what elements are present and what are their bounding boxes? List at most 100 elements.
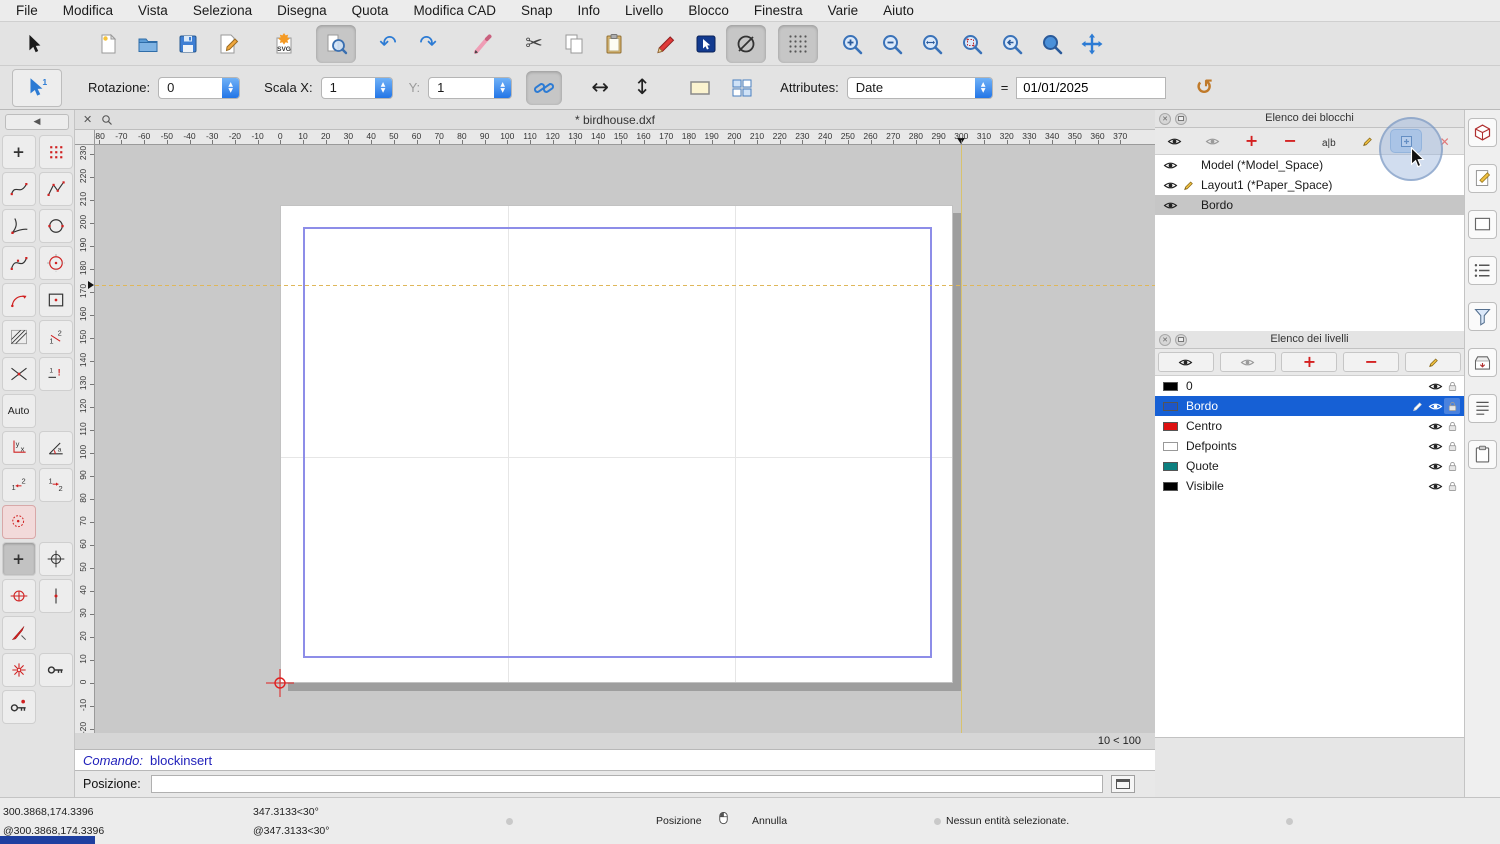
add-block-button[interactable]: + (1237, 130, 1267, 152)
menu-item-varie[interactable]: Varie (828, 3, 859, 18)
restrict-nothing-button[interactable] (726, 24, 766, 63)
leader-tool[interactable]: ! 1 (38, 357, 73, 391)
selection-pointer-button[interactable] (14, 25, 54, 63)
block-visible-icon[interactable] (1161, 158, 1179, 173)
rename-block-button[interactable]: a|b (1314, 130, 1344, 152)
layer-lock-icon[interactable] (1444, 458, 1460, 474)
edit-layer-button[interactable] (1405, 352, 1462, 372)
layer-row-centro[interactable]: Centro (1155, 416, 1464, 436)
remove-layer-button[interactable]: − (1343, 352, 1400, 372)
attribute-value-input[interactable] (1016, 76, 1167, 99)
snap-reference-tool[interactable] (1, 653, 36, 687)
block-visible-icon[interactable] (1161, 178, 1179, 193)
block-row-model-model-space[interactable]: Model (*Model_Space) (1155, 155, 1464, 175)
block-row-layout1-paper-space[interactable]: Layout1 (*Paper_Space) (1155, 175, 1464, 195)
relative-zero-tool[interactable] (1, 690, 36, 724)
snap-needle-tool[interactable] (1, 616, 36, 650)
zoom-selection-button[interactable] (952, 25, 992, 63)
print-preview-button[interactable] (316, 24, 356, 63)
reset-rotation-button[interactable]: ↺ (1186, 71, 1222, 105)
layer-row-bordo[interactable]: Bordo (1155, 396, 1464, 416)
circle-center-tool[interactable] (38, 246, 73, 280)
drawing-canvas[interactable] (95, 145, 1155, 733)
flip-vertical-button[interactable]: ↕ (624, 71, 660, 105)
block-row-bordo[interactable]: Bordo (1155, 195, 1464, 215)
arc-tool[interactable] (1, 283, 36, 317)
polar-coordinate-tool[interactable]: a (38, 431, 73, 465)
arc-tangent-tool[interactable] (1, 209, 36, 243)
close-block-edit-button[interactable]: ✕ (1430, 130, 1460, 152)
new-file-button[interactable] (88, 25, 128, 63)
paste-button[interactable] (594, 25, 634, 63)
spline-tool[interactable] (1, 246, 36, 280)
layer-lock-icon[interactable] (1444, 378, 1460, 394)
layer-visible-icon[interactable] (1426, 419, 1444, 434)
ordinate-dimension-tool-1[interactable]: 12 (1, 468, 36, 502)
position-input[interactable] (150, 775, 1103, 793)
remove-block-button[interactable]: − (1275, 130, 1305, 152)
single-insert-button[interactable] (682, 71, 718, 105)
point-grid-tool[interactable] (38, 135, 73, 169)
layer-row-visibile[interactable]: Visibile (1155, 476, 1464, 496)
layer-visible-icon[interactable] (1426, 399, 1444, 414)
layer-row-0[interactable]: 0 (1155, 376, 1464, 396)
menu-item-quota[interactable]: Quota (352, 3, 389, 18)
layer-lock-icon[interactable] (1444, 398, 1460, 414)
cartesian-coordinate-tool[interactable]: yx (1, 431, 36, 465)
layer-lock-icon[interactable] (1444, 438, 1460, 454)
menu-item-snap[interactable]: Snap (521, 3, 553, 18)
ordinate-dimension-tool-2[interactable]: 12 (38, 468, 73, 502)
border-rectangle-entity[interactable] (303, 227, 932, 658)
menu-item-vista[interactable]: Vista (138, 3, 168, 18)
cut-button[interactable]: ✂ (514, 25, 554, 63)
layer-visible-icon[interactable] (1426, 479, 1444, 494)
menu-item-livello[interactable]: Livello (625, 3, 663, 18)
point-tool[interactable]: + (1, 135, 36, 169)
zoom-previous-button[interactable] (992, 25, 1032, 63)
pan-button[interactable] (1072, 25, 1112, 63)
dimension-ratio-tool[interactable]: 21 (38, 320, 73, 354)
layer-visible-icon[interactable] (1426, 439, 1444, 454)
snap-free-tool[interactable]: + (1, 542, 36, 576)
layer-row-quote[interactable]: Quote (1155, 456, 1464, 476)
layer-edit-icon[interactable] (1408, 400, 1426, 413)
circle-2point-tool[interactable] (38, 209, 73, 243)
stepper-icon[interactable]: ▲ ▼ (374, 77, 392, 98)
scale-x-combo[interactable]: 1 ▲ ▼ (320, 76, 393, 99)
auto-zoom-button[interactable] (912, 25, 952, 63)
pencil-tool-button[interactable] (462, 25, 502, 63)
grid-toggle-button[interactable] (778, 24, 818, 63)
relative-zero-lock-tool[interactable] (38, 653, 73, 687)
hide-all-layers-button[interactable] (1219, 352, 1276, 372)
snap-center-tool[interactable] (1, 579, 36, 613)
block-visible-icon[interactable] (1161, 198, 1179, 213)
stepper-icon[interactable]: ▲ ▼ (494, 77, 512, 98)
snap-grid-tool[interactable] (38, 542, 73, 576)
zoom-out-button[interactable] (872, 25, 912, 63)
array-insert-button[interactable] (724, 71, 760, 105)
block-insert-panel-button[interactable] (1468, 348, 1497, 377)
menu-item-seleziona[interactable]: Seleziona (193, 3, 252, 18)
intersection-tool[interactable] (1, 357, 36, 391)
link-scales-button[interactable] (526, 70, 563, 105)
stepper-icon[interactable]: ▲ ▼ (222, 77, 240, 98)
layer-visible-icon[interactable] (1426, 459, 1444, 474)
save-file-button[interactable] (168, 25, 208, 63)
layer-lock-icon[interactable] (1444, 478, 1460, 494)
snap-endpoint-tool[interactable] (38, 579, 73, 613)
freehand-line-tool[interactable] (1, 172, 36, 206)
hatch-tool[interactable] (1, 320, 36, 354)
menu-item-aiuto[interactable]: Aiuto (883, 3, 914, 18)
layer-list-toggle-button[interactable] (1468, 394, 1497, 423)
selection-filter-button[interactable] (1468, 302, 1497, 331)
copy-button[interactable] (554, 25, 594, 63)
zoom-window-button[interactable] (1032, 25, 1072, 63)
current-tool-indicator[interactable]: 1 (12, 69, 62, 107)
command-line[interactable]: Comando: blockinsert (75, 749, 1155, 771)
layer-row-defpoints[interactable]: Defpoints (1155, 436, 1464, 456)
stepper-icon[interactable]: ▲ ▼ (974, 77, 992, 98)
menu-item-blocco[interactable]: Blocco (688, 3, 729, 18)
svg-export-button[interactable]: SVG (264, 25, 304, 63)
show-all-layers-button[interactable] (1157, 352, 1214, 372)
attributes-combo[interactable]: Date ▲ ▼ (846, 76, 993, 99)
